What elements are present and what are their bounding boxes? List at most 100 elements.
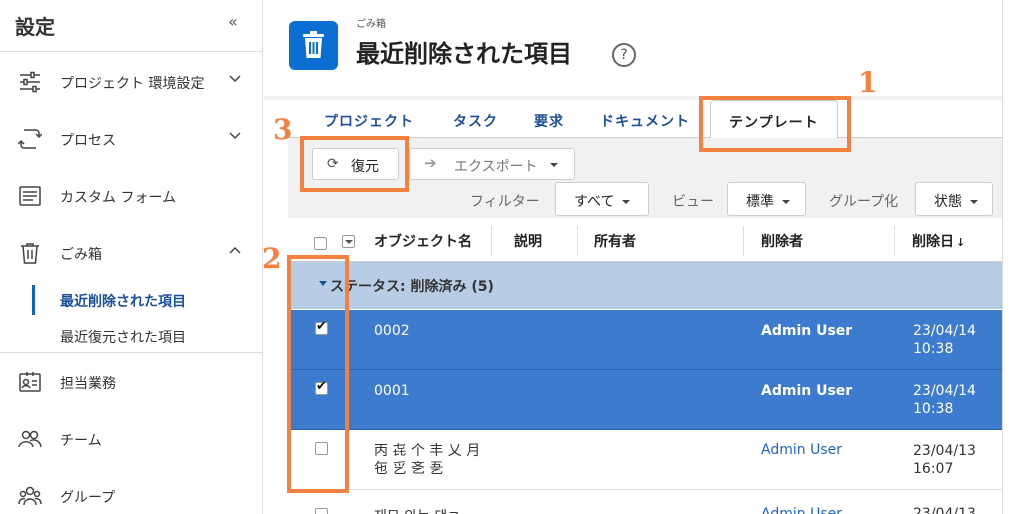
page-title: 最近削除された項目: [356, 40, 572, 68]
view-value: 標準: [746, 194, 774, 210]
sidebar-subitem-recently-deleted[interactable]: 最近削除された項目: [60, 291, 186, 311]
chevron-down-icon: [229, 75, 241, 83]
sidebar-subitem-recently-restored[interactable]: 最近復元された項目: [60, 327, 186, 347]
column-separator: [577, 226, 578, 256]
badge-icon: [19, 372, 41, 392]
date-value: 23/04/13: [913, 443, 976, 459]
settings-sidebar: 設定 « プロジェクト 環境設定 プロセス カスタム フォーム ごみ箱 最近削除…: [0, 0, 263, 514]
annotation-box-restore-button: [300, 136, 409, 192]
deleted-by[interactable]: Admin User: [761, 383, 852, 399]
column-separator: [743, 226, 744, 256]
selection-menu-dropdown[interactable]: [342, 235, 355, 248]
sidebar-item-label: プロセス: [60, 133, 116, 149]
object-type-tabs: プロジェクト タスク 要求 ドキュメント テンプレート: [288, 100, 1002, 139]
object-name[interactable]: 0001: [374, 383, 410, 399]
sidebar-item-label: ごみ箱: [60, 247, 102, 263]
sidebar-item-teams[interactable]: チーム: [0, 419, 262, 459]
deleted-by[interactable]: Admin User: [761, 442, 842, 458]
deleted-date: 23/04/13 16:07: [913, 442, 976, 478]
time-value: 10:38: [913, 341, 954, 357]
column-header-owner[interactable]: 所有者: [594, 231, 636, 251]
group-by-label: グループ化: [829, 194, 899, 210]
column-header-description[interactable]: 説明: [514, 231, 542, 251]
sidebar-divider: [0, 352, 262, 353]
sidebar-item-process[interactable]: プロセス: [0, 119, 262, 159]
sidebar-item-label: 担当業務: [60, 376, 116, 392]
group-by-dropdown[interactable]: 状態: [915, 182, 993, 216]
table-row[interactable]: 0001 Admin User 23/04/14 10:38: [288, 370, 1002, 430]
arrow-right-icon: ➔: [424, 155, 437, 172]
process-icon: [18, 129, 42, 149]
form-icon: [19, 186, 41, 206]
sidebar-item-job-roles[interactable]: 担当業務: [0, 362, 262, 402]
export-button[interactable]: ➔ エクスポート: [409, 148, 575, 180]
chevron-down-icon: [970, 200, 978, 204]
row-checkbox[interactable]: [315, 508, 328, 514]
chevron-down-icon: [229, 132, 241, 140]
deleted-date: 23/04/14 10:38: [913, 382, 976, 418]
table-row[interactable]: 재모 와는 댄ㄹ Admin User 23/04/13: [288, 490, 1002, 514]
column-separator: [491, 226, 492, 256]
deleted-date: 23/04/13: [913, 506, 976, 514]
sidebar-item-project-preferences[interactable]: プロジェクト 環境設定: [0, 62, 262, 102]
chevron-down-icon: [782, 200, 790, 204]
table-header: オブジェクト名 説明 所有者 削除者 削除日 ↓: [288, 218, 1002, 262]
column-separator: [894, 226, 895, 256]
sidebar-item-custom-forms[interactable]: カスタム フォーム: [0, 176, 262, 216]
trash-icon: [303, 31, 324, 58]
object-name[interactable]: 재모 와는 댄ㄹ: [374, 506, 460, 514]
time-value: 10:38: [913, 401, 954, 417]
tab-documents[interactable]: ドキュメント: [600, 111, 690, 131]
date-value: 23/04/14: [913, 383, 976, 399]
sidebar-item-label: グループ: [60, 490, 116, 506]
tab-tasks[interactable]: タスク: [453, 111, 498, 131]
sliders-icon: [20, 71, 40, 93]
breadcrumb[interactable]: ごみ箱: [356, 15, 386, 30]
select-all-checkbox[interactable]: [314, 237, 327, 250]
deleted-by[interactable]: Admin User: [761, 506, 842, 514]
time-value: 16:07: [913, 461, 954, 477]
team-icon: [18, 430, 42, 448]
sidebar-item-groups[interactable]: グループ: [0, 476, 262, 514]
name-line-1: 丙 㐂 个 丰 乂 月: [374, 443, 481, 459]
annotation-number-2: 2: [262, 242, 282, 275]
annotation-number-1: 1: [858, 66, 878, 99]
view-dropdown[interactable]: 標準: [727, 182, 806, 216]
column-header-deleted-date[interactable]: 削除日 ↓: [912, 231, 965, 251]
name-line-2: 㐌 㐍 㐎 㐏: [374, 461, 444, 477]
object-name[interactable]: 丙 㐂 个 丰 乂 月㐌 㐍 㐎 㐏: [374, 442, 480, 478]
sidebar-item-recycle-bin[interactable]: ごみ箱: [0, 233, 262, 273]
sidebar-item-label: カスタム フォーム: [60, 190, 177, 206]
annotation-number-3: 3: [273, 113, 293, 146]
chevron-up-icon: [229, 246, 241, 254]
chevron-down-icon: [550, 163, 558, 167]
tab-requests[interactable]: 要求: [534, 111, 564, 131]
sort-arrow-icon: ↓: [956, 236, 966, 249]
annotation-box-templates-tab: [699, 96, 851, 152]
recycle-bin-header-icon: [289, 21, 338, 70]
column-header-deleted-by[interactable]: 削除者: [761, 231, 803, 251]
view-label: ビュー: [672, 194, 714, 210]
active-indicator: [32, 285, 35, 315]
column-header-label: 削除日: [912, 234, 954, 250]
collapse-sidebar-icon[interactable]: «: [228, 12, 238, 31]
deleted-by[interactable]: Admin User: [761, 323, 852, 339]
annotation-box-checkboxes: [287, 255, 349, 493]
trash-icon: [21, 243, 39, 264]
sidebar-item-label: プロジェクト 環境設定: [60, 76, 205, 92]
tab-projects[interactable]: プロジェクト: [324, 111, 414, 131]
help-icon[interactable]: ?: [612, 43, 636, 67]
sidebar-title: 設定: [15, 15, 55, 39]
table-row[interactable]: 0002 Admin User 23/04/14 10:38: [288, 310, 1002, 370]
group-label: ステータス: 削除済み (5): [330, 279, 494, 295]
deleted-date: 23/04/14 10:38: [913, 322, 976, 358]
filter-label: フィルター: [470, 194, 540, 210]
column-header-name[interactable]: オブジェクト名: [374, 231, 472, 251]
date-value: 23/04/14: [913, 323, 976, 339]
object-name[interactable]: 0002: [374, 323, 410, 339]
filter-value: すべて: [574, 194, 615, 210]
table-row[interactable]: 丙 㐂 个 丰 乂 月㐌 㐍 㐎 㐏 Admin User 23/04/13 16…: [288, 430, 1002, 490]
content-right-border: [1002, 0, 1003, 514]
filter-dropdown[interactable]: すべて: [555, 182, 649, 216]
sidebar-header: 設定 «: [0, 0, 262, 52]
